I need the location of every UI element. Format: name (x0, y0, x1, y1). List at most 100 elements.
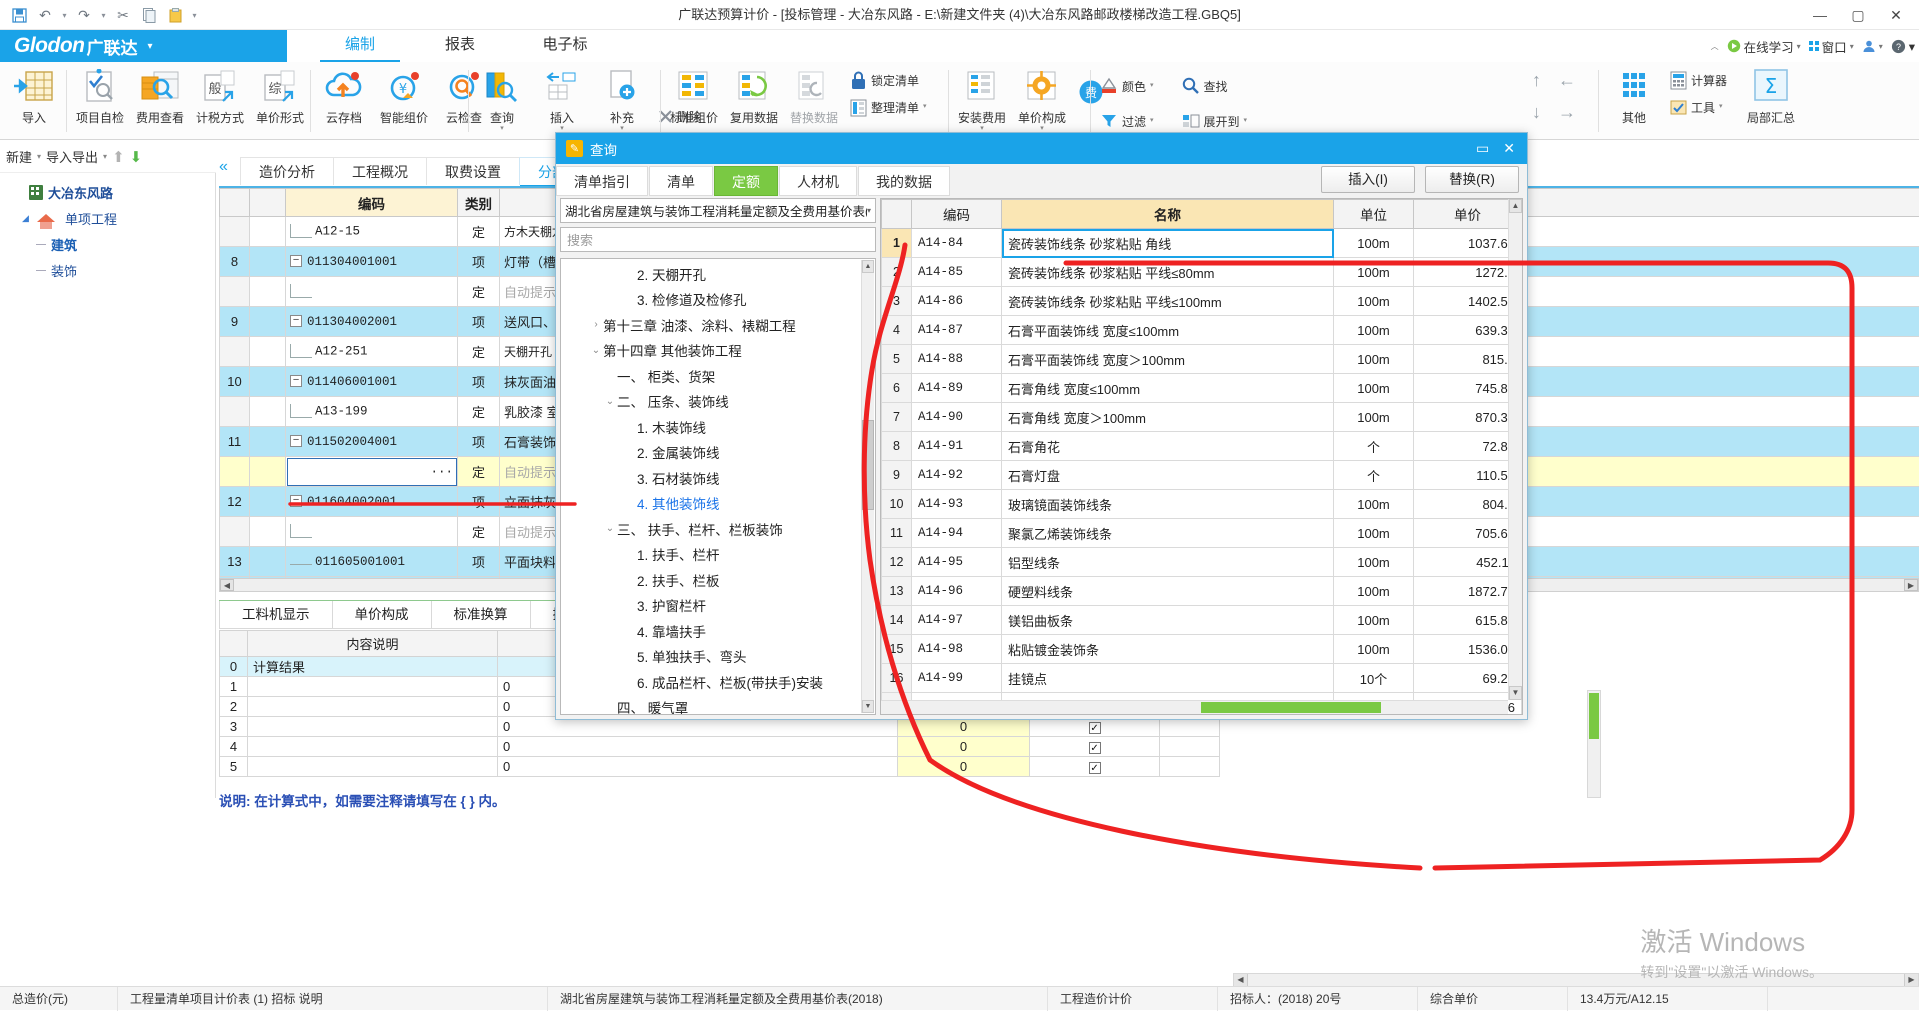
scroll-thumb[interactable] (862, 420, 874, 510)
quota-result-table[interactable]: 编码 名称 单位 单价 1 A14-84 瓷砖装饰线条 砂浆粘贴 角线 100m… (880, 198, 1523, 715)
table-row[interactable]: 16 A14-99 挂镜点 10个 69.22 (882, 664, 1522, 693)
tree-item-project[interactable]: 大冶东风路 (0, 179, 215, 205)
scroll-thumb[interactable] (1201, 702, 1381, 713)
calc-row-desc[interactable] (248, 697, 498, 717)
checkbox-icon[interactable]: ✓ (1089, 722, 1101, 734)
import-export-caret-icon[interactable]: ▾ (103, 152, 107, 161)
tree-node[interactable]: 3. 护窗栏杆 (561, 593, 860, 619)
filter-caret-icon[interactable]: ▾ (1150, 118, 1154, 124)
tree-node[interactable]: 6. 成品栏杆、栏板(带扶手)安装 (561, 669, 860, 695)
collapse-node-icon[interactable]: − (290, 315, 302, 327)
replace-button[interactable]: 替换(R) (1425, 166, 1519, 193)
online-study-caret-icon[interactable]: ▾ (1797, 42, 1801, 51)
tree-item-decoration[interactable]: 装饰 (0, 257, 215, 283)
result-header-code[interactable]: 编码 (912, 200, 1002, 229)
dialog-tab-quota[interactable]: 定额 (714, 166, 778, 196)
menu-item-bianzhi[interactable]: 编制 (320, 30, 400, 62)
query-caret-icon[interactable]: ▾ (500, 126, 504, 132)
calc-row-desc[interactable] (248, 737, 498, 757)
tree-node[interactable]: 2. 金属装饰线 (561, 440, 860, 466)
move-up-button[interactable]: ⬆ (112, 148, 125, 166)
ribbon-button-insert[interactable]: 插入 ▾ (532, 62, 592, 134)
calc-row-formula[interactable]: 0 (498, 757, 898, 777)
expand-to-caret-icon[interactable]: ▾ (1244, 118, 1248, 124)
calc-row-desc[interactable] (248, 757, 498, 777)
ribbon-button-supplement[interactable]: 补充 ▾ (592, 62, 652, 134)
menu-item-baobiao[interactable]: 报表 (420, 30, 500, 62)
tree-node[interactable]: 3. 石材装饰线 (561, 465, 860, 491)
calc-row-check[interactable]: ✓ (1030, 757, 1160, 777)
tab-project-overview[interactable]: 工程概况 (333, 157, 427, 185)
grid-header-code[interactable]: 编码 (286, 189, 458, 217)
menu-item-dianzibiao[interactable]: 电子标 (520, 30, 610, 62)
tree-node-selected[interactable]: 4. 其他装饰线 (561, 491, 860, 517)
table-row[interactable]: 10 A14-93 玻璃镜面装饰线条 100m 804.4 (882, 490, 1522, 519)
move-left-icon[interactable]: ← (1558, 70, 1584, 102)
tree-node[interactable]: 1. 扶手、栏杆 (561, 542, 860, 568)
ribbon-button-find[interactable]: 查找 (1176, 74, 1234, 98)
color-caret-icon[interactable]: ▾ (1150, 83, 1154, 89)
table-row[interactable]: 6 A14-89 石膏角线 宽度≤100mm 100m 745.81 (882, 374, 1522, 403)
tree-item-single-project[interactable]: ◢ 单项工程 (0, 205, 215, 231)
organize-list-caret-icon[interactable]: ▾ (923, 104, 927, 110)
table-row[interactable]: 13 A14-96 硬塑料线条 100m 1872.77 (882, 577, 1522, 606)
help-button[interactable]: ? ▾ (1891, 39, 1915, 54)
ribbon-button-local-summary[interactable]: Σ 局部汇总 (1741, 62, 1801, 134)
result-header-price[interactable]: 单价 (1414, 200, 1522, 229)
tree-node[interactable]: ⌄二、 压条、装饰线 (561, 389, 860, 415)
ribbon-button-lock-list[interactable]: 锁定清单 (844, 68, 933, 92)
move-down-icon[interactable]: ↓ (1532, 102, 1558, 134)
table-row[interactable]: 8 A14-91 石膏角花 个 72.88 (882, 432, 1522, 461)
table-row[interactable]: 4 A14-87 石膏平面装饰线 宽度≤100mm 100m 639.31 (882, 316, 1522, 345)
search-input[interactable]: 搜索 (560, 227, 876, 252)
row-code-editing[interactable]: ··· (286, 457, 458, 487)
calc-header-desc[interactable]: 内容说明 (248, 631, 498, 657)
tab-fee-settings[interactable]: 取费设置 (426, 157, 520, 185)
table-row[interactable]: 3 A14-86 瓷砖装饰线条 砂浆粘贴 平线≤100mm 100m 1402.… (882, 287, 1522, 316)
table-row[interactable]: 5 A14-88 石膏平面装饰线 宽度＞100mm 100m 815.4 (882, 345, 1522, 374)
chevron-down-icon[interactable]: ▾ (867, 206, 871, 215)
table-row[interactable]: 15 A14-98 粘贴镀金装饰条 100m 1536.04 (882, 635, 1522, 664)
result-header-name[interactable]: 名称 (1002, 200, 1334, 229)
spec-selector[interactable]: 湖北省房屋建筑与装饰工程消耗量定额及全费用基价表( ▾ (560, 198, 876, 223)
checkbox-icon[interactable]: ✓ (1089, 762, 1101, 774)
dialog-close-button[interactable]: ✕ (1503, 140, 1515, 157)
tree-node[interactable]: ⌄三、 扶手、栏杆、栏板装饰 (561, 516, 860, 542)
ribbon-button-fee-view[interactable]: 费用查看 (130, 62, 190, 134)
table-row[interactable]: 14 A14-97 镁铝曲板条 100m 615.81 (882, 606, 1522, 635)
tab-standard-conversion[interactable]: 标准换算 (431, 601, 531, 629)
ribbon-collapse-icon[interactable]: ︿ (1711, 41, 1719, 52)
ribbon-button-standard-price[interactable]: 标准组价 (664, 62, 724, 134)
online-study-button[interactable]: 在线学习 ▾ (1727, 37, 1801, 56)
table-row[interactable]: 12 A14-95 铝型线条 100m 452.11 (882, 548, 1522, 577)
dialog-tab-list-guide[interactable]: 清单指引 (556, 166, 648, 196)
grid-header-category[interactable]: 类别 (458, 189, 500, 217)
calc-vertical-scrollbar[interactable] (1587, 690, 1601, 798)
tab-cost-analysis[interactable]: 造价分析 (240, 157, 334, 185)
query-dialog[interactable]: ✎ 查询 ▭ ✕ 清单指引 清单 定额 人材机 我的数据 插入(I) 替换(R)… (555, 132, 1528, 720)
tree-node[interactable]: ›第十三章 油漆、涂料、裱糊工程 (561, 312, 860, 338)
result-horizontal-scrollbar[interactable] (881, 700, 1508, 714)
calc-row-formula[interactable]: 0 (498, 737, 898, 757)
dialog-tab-list[interactable]: 清单 (649, 166, 713, 196)
brand-logo[interactable]: Glodon广联达▾ (0, 30, 287, 62)
quota-tree[interactable]: 2. 天棚开孔 3. 检修道及检修孔 ›第十三章 油漆、涂料、裱糊工程 ⌄第十四… (560, 258, 876, 715)
ribbon-button-self-check[interactable]: 项目自检 (70, 62, 130, 134)
calc-row-desc[interactable] (248, 717, 498, 737)
table-row[interactable]: 9 A14-92 石膏灯盘 个 110.53 (882, 461, 1522, 490)
ribbon-button-import[interactable]: 导入 (4, 62, 64, 134)
close-button[interactable]: ✕ (1885, 7, 1907, 24)
dialog-minimize-button[interactable]: ▭ (1476, 140, 1489, 157)
chevron-down-icon[interactable]: ⌄ (589, 345, 603, 356)
insert-button[interactable]: 插入(I) (1321, 166, 1415, 193)
user-button[interactable]: ▾ (1862, 39, 1883, 53)
table-row[interactable]: 11 A14-94 聚氯乙烯装饰线条 100m 705.63 (882, 519, 1522, 548)
ribbon-button-replace-data[interactable]: 替换数据 (784, 62, 844, 134)
user-caret-icon[interactable]: ▾ (1879, 42, 1883, 51)
tree-node[interactable]: ⌄第十四章 其他装饰工程 (561, 338, 860, 364)
collapse-node-icon[interactable]: − (290, 435, 302, 447)
dialog-tab-labor-material[interactable]: 人材机 (779, 166, 857, 196)
collapse-panel-icon[interactable]: « (219, 158, 228, 176)
help-label[interactable]: ▾ (1909, 39, 1915, 54)
window-caret-icon[interactable]: ▾ (1850, 42, 1854, 51)
